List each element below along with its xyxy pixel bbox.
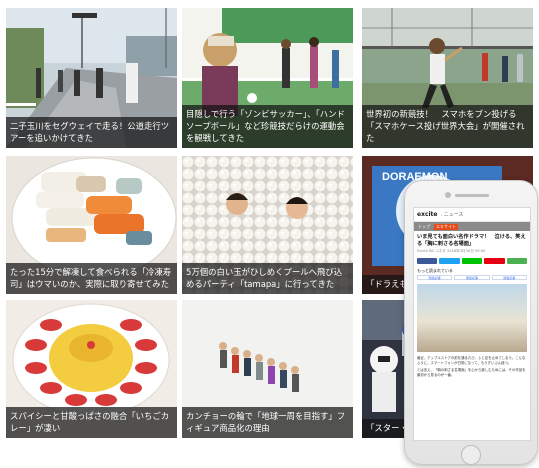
facebook-share-button[interactable] bbox=[417, 258, 438, 264]
smartphone-mockup: excite . ニュース トップ エキサイト いま見ても面白い名作ドラマ！ 泣… bbox=[404, 180, 538, 465]
related-link[interactable]: 関連記事 bbox=[491, 275, 527, 280]
article-tile-phone-throw[interactable]: 世界初の新競技！ スマホをブン投げる「スマホケース投げ世界大会」が開催された bbox=[362, 8, 533, 148]
phone-tab-excite[interactable]: エキサイト bbox=[434, 223, 458, 230]
related-links: 関連記事 関連記事 関連記事 bbox=[414, 275, 530, 282]
article-tile-figures[interactable]: カンチョーの輪で「地球一周を目指す」フィギュア商品化の理由 bbox=[182, 300, 353, 438]
phone-screen: excite . ニュース トップ エキサイト いま見ても面白い名作ドラマ！ 泣… bbox=[413, 207, 531, 441]
tile-caption: 目隠しで行う「ゾンビサッカー」、「ハンドソープボール」など珍競技だらけの運動会を… bbox=[182, 105, 353, 148]
tile-caption: たった15分で解凍して食べられる「冷凍寿司」はウマいのか、実際に取り寄せてみた bbox=[6, 263, 177, 294]
article-tile-zombie-soccer[interactable]: 目隠しで行う「ゾンビサッカー」、「ハンドソープボール」など珍競技だらけの運動会を… bbox=[182, 8, 353, 148]
pocket-share-button[interactable] bbox=[484, 258, 505, 264]
body-paragraph: とは言え、「胸の刺さる名場面」を心から楽しむためには、その作品を最初から見るのが… bbox=[417, 368, 526, 377]
article-tile-frozen-sushi[interactable]: たった15分で解凍して食べられる「冷凍寿司」はウマいのか、実際に取り寄せてみた bbox=[6, 156, 177, 294]
twitter-share-button[interactable] bbox=[439, 258, 460, 264]
site-logo[interactable]: excite bbox=[417, 211, 438, 218]
phone-article-body: 最近、アップルストアの前を通るたび、ふと足を止めてしまう。こんなふうに、スマート… bbox=[414, 354, 530, 382]
home-button[interactable] bbox=[461, 445, 481, 465]
line-share-button[interactable] bbox=[461, 258, 483, 264]
tile-caption: 二子玉川をセグウェイで走る！公道走行ツアーを追いかけてきた bbox=[6, 117, 177, 148]
tile-caption: 5万個の白い玉がひしめくプールへ飛び込めるパーティ「tamapa」に行ってきた bbox=[182, 263, 353, 294]
tile-caption: スパイシーと甘酸っぱさの融合「いちごカレー」が凄い bbox=[6, 407, 177, 438]
camera-icon bbox=[445, 192, 451, 198]
related-heading: もっと読まれている bbox=[417, 268, 453, 273]
phone-article-image bbox=[417, 284, 527, 352]
phone-article-title[interactable]: いま見ても面白い名作ドラマ！ 泣ける、笑える「胸に刺さる名場面」 bbox=[414, 231, 530, 249]
site-section-label: . ニュース bbox=[440, 212, 464, 218]
article-tile-strawberry-curry[interactable]: スパイシーと甘酸っぱさの融合「いちごカレー」が凄い bbox=[6, 300, 177, 438]
phone-nav-tabs: トップ エキサイト bbox=[414, 222, 530, 231]
tile-caption: カンチョーの輪で「地球一周を目指す」フィギュア商品化の理由 bbox=[182, 407, 353, 438]
article-tile-ball-pool[interactable]: 5万個の白い玉がひしめくプールへ飛び込めるパーティ「tamapa」に行ってきた bbox=[182, 156, 353, 294]
related-link[interactable]: 関連記事 bbox=[454, 275, 490, 280]
speaker-grille bbox=[455, 194, 489, 197]
tile-caption: 世界初の新競技！ スマホをブン投げる「スマホケース投げ世界大会」が開催された bbox=[362, 105, 533, 148]
related-link[interactable]: 関連記事 bbox=[417, 275, 453, 280]
body-paragraph: 最近、アップルストアの前を通るたび、ふと足を止めてしまう。こんなふうに、スマート… bbox=[417, 356, 526, 365]
phone-site-header: excite . ニュース bbox=[414, 208, 530, 222]
article-tile-segway[interactable]: 二子玉川をセグウェイで走る！公道走行ツアーを追いかけてきた bbox=[6, 8, 177, 148]
share-buttons bbox=[414, 256, 530, 266]
phone-tab-top[interactable]: トップ bbox=[416, 224, 432, 230]
phone-article-meta: Excite Bit コネタ 2018年3月30日 09:00 bbox=[417, 249, 486, 253]
bookmark-share-button[interactable] bbox=[506, 258, 528, 264]
